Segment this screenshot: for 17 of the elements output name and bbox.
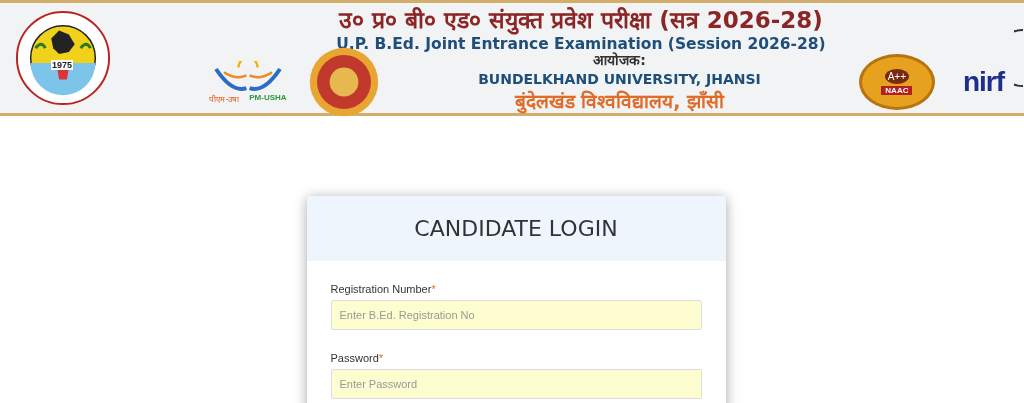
input-field[interactable]: Enter B.Ed. Registration No [330, 300, 702, 330]
exam-title-hindi: उ० प्र० बी० एड० संयुक्त प्रवेश परीक्षा (सत्र 2026-28) [339, 6, 823, 34]
university-name-hindi: बुंदेलखंड विश्वविद्यालय, झाँसी [514, 89, 725, 113]
exam-title-english: U.P. B.Ed. Joint Entrance Examination (Session 2026-28) [336, 35, 826, 53]
field-label: Registration Number* [330, 283, 437, 295]
seal-year: 1975 [51, 60, 74, 70]
nirf-logo: nirf [962, 66, 1004, 98]
university-name: BUNDELKHAND UNIVERSITY, JHANSI [478, 70, 761, 89]
input-field[interactable]: Enter Password [330, 369, 702, 399]
logo-caption: पीएम-उषा [209, 93, 240, 104]
partial-logo-icon [1014, 28, 1024, 88]
field-label: Password* [330, 352, 385, 364]
logo-caption: PM-USHA [249, 92, 287, 104]
naac-badge: A++ NAAC [858, 54, 935, 110]
university-seal-icon [14, 9, 112, 107]
login-title: CANDIDATE LOGIN [414, 216, 618, 241]
organiser-label: आयोजक: [593, 51, 646, 70]
